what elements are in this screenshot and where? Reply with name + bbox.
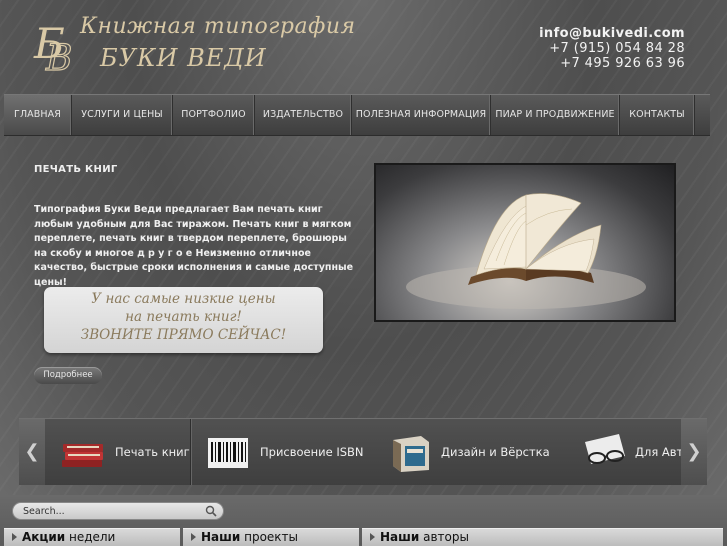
- logo-letter-v: В: [45, 38, 72, 74]
- carousel-label-design: Дизайн и Вёрстка: [441, 445, 550, 459]
- column-head-authors-rest: авторы: [419, 530, 469, 544]
- search-input[interactable]: [23, 503, 193, 519]
- open-book-illustration: [406, 193, 646, 309]
- chevron-right-icon: ❯: [686, 441, 702, 462]
- carousel-next-button[interactable]: ❯: [681, 419, 707, 485]
- promo-text: Типография Буки Веди предлагает Вам печа…: [34, 204, 354, 288]
- nav-item-useful-info[interactable]: ПОЛЕЗНАЯ ИНФОРМАЦИЯ: [352, 95, 491, 135]
- bullet-icon: [12, 533, 17, 541]
- hero-image-open-book: [374, 163, 676, 322]
- nav-item-services[interactable]: УСЛУГИ И ЦЕНЫ: [72, 95, 173, 135]
- glasses-icon: [585, 434, 625, 464]
- logo-monogram[interactable]: Б В: [32, 14, 76, 74]
- search-icon[interactable]: [205, 505, 217, 517]
- contact-phone-2: +7 495 926 63 96: [560, 56, 685, 71]
- callout-line-3: ЗВОНИТЕ ПРЯМО СЕЙЧАС!: [80, 327, 287, 343]
- column-head-authors[interactable]: Наши авторы: [362, 528, 723, 546]
- column-head-promotions-bold: Акции: [22, 530, 66, 544]
- more-button[interactable]: Подробнее: [34, 367, 102, 384]
- carousel-item-isbn[interactable]: Присвоение ISBN: [204, 419, 364, 485]
- bullet-icon: [370, 533, 375, 541]
- carousel-label-printing: Печать книг: [115, 445, 190, 459]
- brand-line1: Книжная типография: [80, 14, 356, 39]
- site-header: Б В Книжная типография БУКИ ВЕДИ info@bu…: [0, 0, 727, 92]
- search-box: [12, 502, 224, 520]
- carousel-item-authors[interactable]: Для Авт: [579, 419, 683, 485]
- contact-phone-1: +7 (915) 054 84 28: [549, 41, 685, 56]
- design-box-icon: [393, 436, 429, 472]
- nav-item-contacts[interactable]: КОНТАКТЫ: [620, 95, 695, 135]
- carousel-item-design[interactable]: Дизайн и Вёрстка: [385, 419, 550, 485]
- carousel-item-printing[interactable]: Печать книг: [59, 419, 190, 485]
- chevron-left-icon: ❮: [24, 441, 40, 462]
- promo-title: ПЕЧАТЬ КНИГ: [34, 164, 118, 175]
- nav-item-home[interactable]: ГЛАВНАЯ: [4, 95, 72, 135]
- carousel-prev-button[interactable]: ❮: [19, 419, 45, 485]
- carousel-divider: [190, 419, 191, 485]
- contact-email[interactable]: info@bukivedi.com: [539, 26, 685, 41]
- carousel-label-authors: Для Авт: [635, 445, 684, 459]
- nav-item-publishing[interactable]: ИЗДАТЕЛЬСТВО: [255, 95, 352, 135]
- column-head-authors-bold: Наши: [380, 530, 420, 544]
- nav-item-portfolio[interactable]: ПОРТФОЛИО: [173, 95, 255, 135]
- callout-banner[interactable]: У нас самые низкие цены на печать книг! …: [44, 287, 323, 353]
- callout-line-2: на печать книг!: [125, 309, 242, 325]
- column-head-promotions[interactable]: Акции недели: [4, 528, 180, 546]
- barcode-icon: [208, 438, 248, 468]
- header-contacts: info@bukivedi.com +7 (915) 054 84 28 +7 …: [539, 26, 685, 71]
- column-head-projects[interactable]: Наши проекты: [183, 528, 359, 546]
- column-head-promotions-rest: недели: [65, 530, 116, 544]
- carousel-label-isbn: Присвоение ISBN: [260, 445, 364, 459]
- books-icon: [62, 444, 103, 467]
- nav-item-pr[interactable]: ПИАР И ПРОДВИЖЕНИЕ: [491, 95, 620, 135]
- column-head-projects-bold: Наши: [201, 530, 241, 544]
- services-carousel: ❮ Печать книг Присвоение ISBN Дизайн и В…: [19, 418, 707, 485]
- column-head-projects-rest: проекты: [240, 530, 299, 544]
- brand-line2: БУКИ ВЕДИ: [100, 44, 267, 72]
- bullet-icon: [191, 533, 196, 541]
- main-nav: ГЛАВНАЯ УСЛУГИ И ЦЕНЫ ПОРТФОЛИО ИЗДАТЕЛЬ…: [4, 94, 710, 136]
- callout-line-1: У нас самые низкие цены: [91, 291, 276, 307]
